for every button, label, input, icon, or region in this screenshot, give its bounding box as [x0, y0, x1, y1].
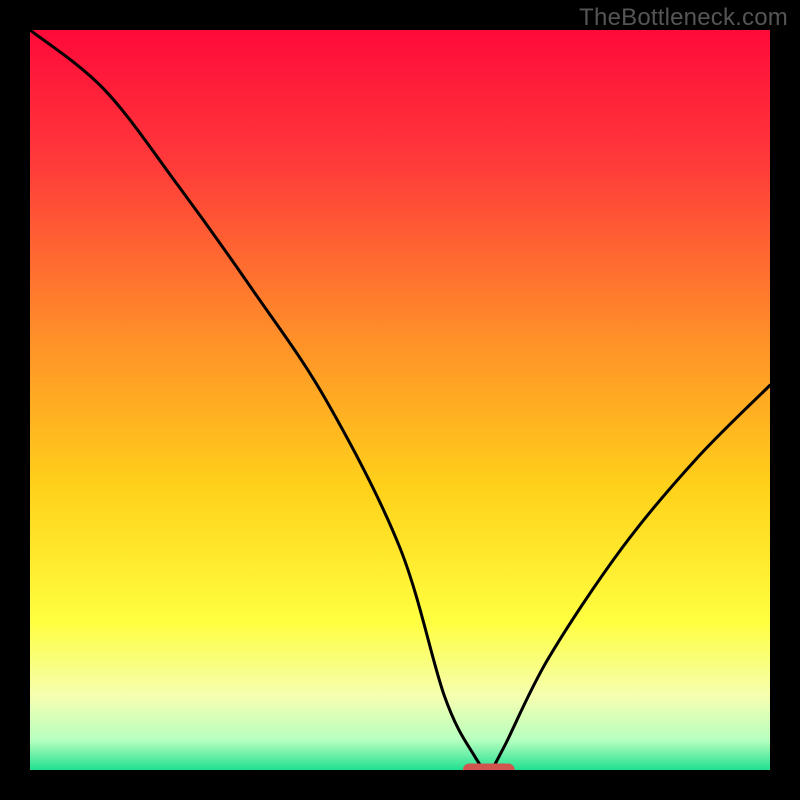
plot-svg	[30, 30, 770, 770]
plot-area	[30, 30, 770, 770]
chart-frame: TheBottleneck.com	[0, 0, 800, 800]
optimum-marker	[463, 764, 515, 771]
gradient-background	[30, 30, 770, 770]
watermark-text: TheBottleneck.com	[579, 4, 788, 32]
